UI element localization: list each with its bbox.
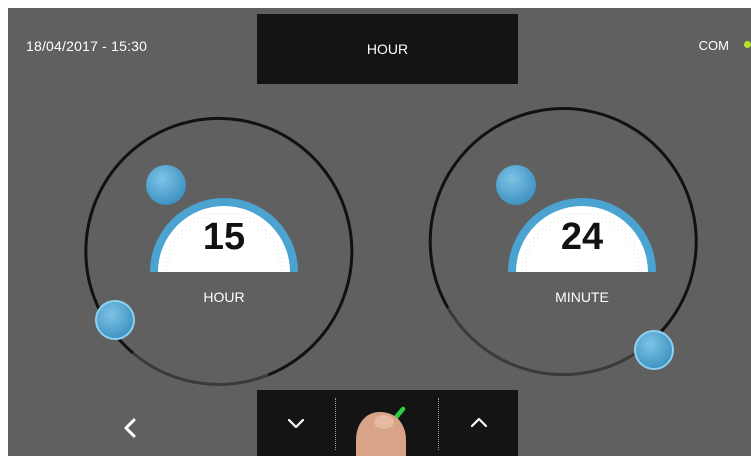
minute-dial-ring-lower <box>446 307 644 377</box>
chevron-down-icon <box>287 418 305 429</box>
bottom-control-bar <box>257 390 518 456</box>
increase-button[interactable] <box>439 390 518 456</box>
chevron-up-icon <box>470 417 487 428</box>
chevron-left-icon <box>124 418 136 438</box>
hour-dial-ring-lower <box>132 351 269 386</box>
minute-value: 24 <box>560 216 604 258</box>
hour-label: HOUR <box>203 289 245 305</box>
checkmark-icon <box>368 406 406 438</box>
back-button[interactable] <box>108 406 152 450</box>
hour-slider-knob[interactable] <box>95 300 135 340</box>
minute-label: MINUTE <box>555 289 609 305</box>
hour-value: 15 <box>202 216 246 258</box>
thermostat-screen: 18/04/2017 - 15:30 HOUR COM 15 HOUR 24 M… <box>8 8 751 456</box>
confirm-button[interactable] <box>336 390 438 456</box>
decrease-button[interactable] <box>257 390 335 456</box>
minute-slider-knob[interactable] <box>634 330 674 370</box>
minute-top-knob[interactable] <box>496 165 536 205</box>
hour-top-knob[interactable] <box>146 165 186 205</box>
